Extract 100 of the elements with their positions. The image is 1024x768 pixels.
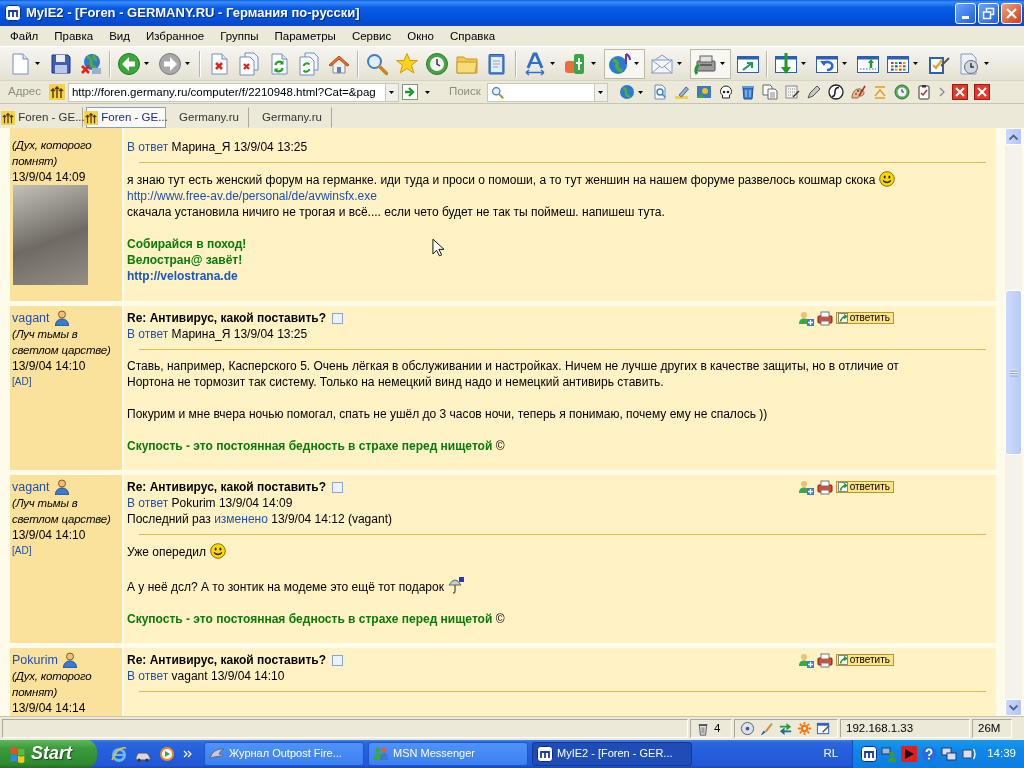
chevron-icon[interactable] xyxy=(937,86,946,98)
dropdown-caret-icon[interactable] xyxy=(424,90,430,94)
dropdown-caret-icon[interactable] xyxy=(637,90,643,94)
palette-icon[interactable] xyxy=(849,84,866,100)
dropdown-caret-icon[interactable] xyxy=(144,62,149,65)
menu-item[interactable]: Параметры xyxy=(266,27,344,45)
author-link[interactable]: vagant xyxy=(12,310,50,326)
search-field[interactable] xyxy=(486,82,595,102)
monitor-icon[interactable] xyxy=(961,746,978,762)
help-icon[interactable] xyxy=(921,746,938,762)
forward-icon[interactable] xyxy=(158,51,182,76)
chevron-icon[interactable] xyxy=(183,750,192,758)
close-icon[interactable] xyxy=(951,84,968,100)
window-pen-icon[interactable] xyxy=(816,721,831,736)
tab[interactable]: Foren - GE... xyxy=(86,107,166,128)
search-icon[interactable] xyxy=(365,51,389,76)
printer-icon[interactable] xyxy=(816,652,833,668)
menu-item[interactable]: Справка xyxy=(442,27,504,45)
orbit-ring-icon[interactable] xyxy=(111,746,127,762)
globe-note-button[interactable] xyxy=(604,48,645,79)
app-icon[interactable] xyxy=(861,746,878,762)
address-field[interactable]: http://foren.germany.ru/computer/f/2210948.html?Cat=&pag xyxy=(67,82,386,102)
go-icon[interactable] xyxy=(401,84,418,100)
dropdown-caret-icon[interactable] xyxy=(591,62,596,65)
dropdown-caret-icon[interactable] xyxy=(550,62,555,65)
page-clock-icon[interactable] xyxy=(957,51,981,76)
clipboard-icon[interactable] xyxy=(915,84,932,100)
dropdown-caret-icon[interactable] xyxy=(389,90,395,94)
notepad-icon[interactable] xyxy=(783,84,800,100)
refresh-all-icon[interactable] xyxy=(297,51,321,76)
history-clock-icon[interactable] xyxy=(425,51,449,76)
user-plus-icon[interactable] xyxy=(797,310,814,326)
printer-icon[interactable] xyxy=(816,479,833,495)
ad-link[interactable]: [AD] xyxy=(12,374,32,390)
swirl-icon[interactable] xyxy=(827,84,844,100)
dropdown-caret-icon[interactable] xyxy=(801,62,806,65)
close-icon[interactable] xyxy=(973,84,990,100)
transfer-icon[interactable] xyxy=(778,721,793,736)
dropdown-caret-icon[interactable] xyxy=(720,62,725,65)
author-link[interactable]: Pokurim xyxy=(12,652,58,668)
app-icon[interactable] xyxy=(5,5,21,21)
page-search-icon[interactable] xyxy=(651,84,668,100)
picture-icon[interactable] xyxy=(695,84,712,100)
language-indicator[interactable]: RL xyxy=(823,747,839,761)
menu-item[interactable]: Вид xyxy=(101,27,138,45)
download-icon[interactable] xyxy=(774,51,798,76)
highlighter-icon[interactable] xyxy=(673,84,690,100)
start-button[interactable]: Start xyxy=(0,740,97,768)
scroll-down-button[interactable] xyxy=(1005,699,1022,716)
stop-all-icon[interactable] xyxy=(237,51,261,76)
ad-link[interactable]: [AD] xyxy=(12,543,32,559)
edit-link[interactable]: изменено xyxy=(214,512,268,526)
scroll-up-button[interactable] xyxy=(1005,128,1022,145)
dropdown-caret-icon[interactable] xyxy=(677,62,682,65)
brush-icon[interactable] xyxy=(759,721,774,736)
reply-button[interactable]: ответить xyxy=(835,654,894,666)
pen-icon[interactable] xyxy=(805,84,822,100)
dropdown-caret-icon[interactable] xyxy=(913,62,918,65)
globe-note-icon[interactable] xyxy=(607,51,631,76)
reply-button[interactable]: ответить xyxy=(835,312,894,324)
menu-item[interactable]: Окно xyxy=(399,27,442,45)
close-button[interactable] xyxy=(1001,2,1022,24)
globe-icon[interactable] xyxy=(618,84,635,100)
author-link[interactable]: vagant xyxy=(12,479,50,495)
play-icon[interactable] xyxy=(159,746,175,762)
globe-cross-icon[interactable] xyxy=(79,51,103,76)
dropdown-caret-icon[interactable] xyxy=(185,62,190,65)
restore-button[interactable] xyxy=(978,2,999,24)
printer-button[interactable] xyxy=(690,48,731,79)
star-icon[interactable] xyxy=(395,51,419,76)
user-plus-icon[interactable] xyxy=(797,479,814,495)
taskbar-button[interactable]: MyIE2 - [Foren - GER... xyxy=(532,742,692,766)
bin-icon[interactable] xyxy=(739,84,756,100)
printer-icon[interactable] xyxy=(816,310,833,326)
skull-icon[interactable] xyxy=(717,84,734,100)
dropdown-caret-icon[interactable] xyxy=(598,90,604,94)
menu-item[interactable]: Сервис xyxy=(343,27,400,45)
reply-link[interactable]: В ответ xyxy=(127,140,169,154)
menu-item[interactable]: Правка xyxy=(46,27,102,45)
scrollbar-thumb[interactable] xyxy=(1005,290,1022,455)
reply-button[interactable]: ответить xyxy=(835,481,894,493)
reply-link[interactable]: В ответ xyxy=(127,496,169,510)
dropdown-caret-icon[interactable] xyxy=(35,62,40,65)
menu-item[interactable]: Избранное xyxy=(137,27,213,45)
menu-item[interactable]: Группы xyxy=(212,27,267,45)
user-plus-icon[interactable] xyxy=(797,652,814,668)
network-icon[interactable] xyxy=(941,746,958,762)
play-tile-icon[interactable] xyxy=(901,746,918,762)
reply-link[interactable]: В ответ xyxy=(127,669,169,683)
clock-icon[interactable] xyxy=(893,84,910,100)
copy-icon[interactable] xyxy=(761,84,778,100)
disc-icon[interactable] xyxy=(740,721,755,736)
dropdown-caret-icon[interactable] xyxy=(842,62,847,65)
font-icon[interactable] xyxy=(523,51,547,76)
minimize-button[interactable] xyxy=(955,2,976,24)
post-link[interactable]: http://www.free-av.de/personal/de/avwinsfx.exe xyxy=(127,188,377,204)
dropdown-caret-icon[interactable] xyxy=(984,62,989,65)
reply-link[interactable]: В ответ xyxy=(127,327,169,341)
dropdown-caret-icon[interactable] xyxy=(634,62,639,65)
signature-link[interactable]: http://velostrana.de xyxy=(127,268,238,284)
